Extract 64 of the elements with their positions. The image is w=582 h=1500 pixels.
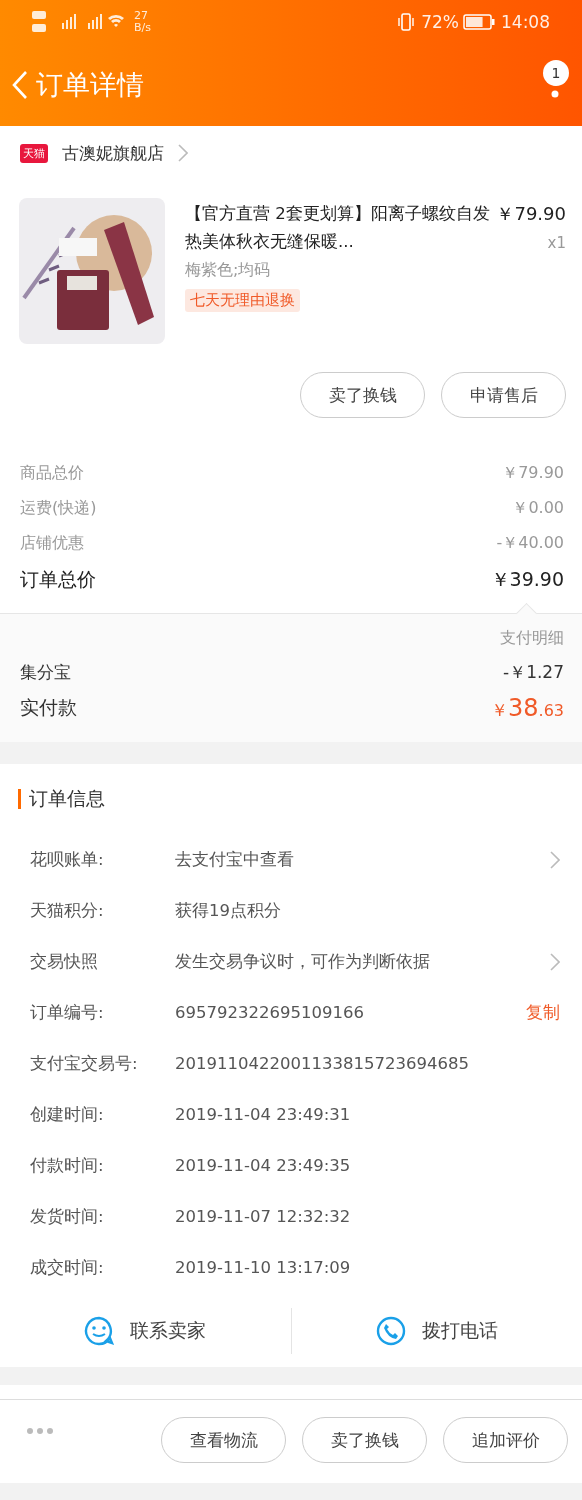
info-value: 2019-11-07 12:32:32 — [175, 1207, 352, 1226]
price-label: 运费(快递) — [20, 498, 97, 519]
action-button[interactable]: 卖了换钱 — [302, 1417, 427, 1463]
discount-value: -￥1.27 — [503, 661, 564, 684]
clock: 14:08 — [501, 12, 550, 32]
info-label: 成交时间: — [30, 1256, 105, 1279]
chevron-right-icon — [550, 952, 560, 971]
info-value[interactable]: 发生交易争议时，可作为判断依据 — [175, 950, 550, 973]
info-label: 创建时间: — [30, 1103, 105, 1126]
mall-badge: 天猫 — [20, 143, 48, 163]
paid-amount: ￥38.63 — [491, 694, 564, 722]
info-label: 支付宝交易号: — [30, 1052, 139, 1075]
info-value[interactable]: 去支付宝中查看 — [175, 848, 550, 871]
info-label: 天猫积分: — [30, 899, 105, 922]
contact-button[interactable]: 联系卖家 — [0, 1316, 291, 1346]
product-variant: 梅紫色;均码 — [185, 260, 272, 281]
notification-badge: 1 — [543, 60, 569, 86]
battery-percent: 72% — [421, 12, 459, 32]
discount-label: 集分宝 — [20, 661, 71, 684]
info-value: 2019-11-04 23:49:35 — [175, 1156, 352, 1175]
shop-row[interactable]: 天猫 古澳妮旗舰店 — [0, 126, 582, 180]
info-value: 获得19点积分 — [175, 899, 282, 922]
info-value: 2019-11-10 13:17:09 — [175, 1258, 352, 1277]
price-value: ￥0.00 — [512, 498, 564, 519]
network-speed: 27 — [134, 10, 149, 22]
quantity: x1 — [546, 234, 566, 252]
contact-button[interactable]: 拨打电话 — [291, 1316, 582, 1346]
action-button[interactable]: 查看物流 — [161, 1417, 286, 1463]
price-value: ￥39.90 — [490, 567, 564, 592]
chat-icon — [84, 1316, 115, 1346]
return-policy-tag: 七天无理由退换 — [185, 289, 300, 312]
info-value: 695792322695109166 — [175, 1003, 365, 1022]
more-button[interactable]: 1 — [538, 60, 572, 110]
action-button[interactable]: 申请售后 — [441, 372, 566, 418]
vibrate-icon — [397, 12, 416, 32]
info-label: 订单编号: — [30, 1001, 105, 1024]
chevron-right-icon — [178, 144, 188, 162]
accent-bar — [18, 789, 21, 809]
product-price: ￥79.90 — [496, 202, 566, 226]
page-title: 订单详情 — [36, 68, 145, 102]
paid-label: 实付款 — [20, 695, 77, 720]
action-button[interactable]: 卖了换钱 — [300, 372, 425, 418]
info-label: 发货时间: — [30, 1205, 105, 1228]
shop-name: 古澳妮旗舰店 — [62, 141, 164, 165]
copy-link[interactable]: 复制 — [526, 1001, 560, 1024]
more-icon — [26, 1427, 54, 1435]
battery-icon — [463, 14, 495, 30]
price-label: 店铺优惠 — [20, 533, 84, 554]
product-title[interactable]: 【官方直营 2套更划算】阳离子螺纹自发热美体秋衣无缝保暖... — [185, 198, 491, 256]
info-value: 2019-11-04 23:49:31 — [175, 1105, 352, 1124]
action-button[interactable]: 追加评价 — [443, 1417, 568, 1463]
back-icon — [12, 70, 28, 100]
info-label: 付款时间: — [30, 1154, 105, 1177]
price-value: -￥40.00 — [496, 533, 564, 554]
phone-icon — [375, 1316, 406, 1346]
info-label: 交易快照 — [30, 950, 99, 973]
chevron-right-icon — [550, 850, 560, 869]
info-value: 2019110422001133815723694685 — [175, 1054, 470, 1073]
speed-unit: B/s — [134, 22, 151, 34]
info-label: 花呗账单: — [30, 848, 105, 871]
price-value: ￥79.90 — [502, 463, 564, 484]
price-label: 订单总价 — [20, 567, 96, 592]
section-title: 订单信息 — [29, 786, 105, 811]
price-label: 商品总价 — [20, 463, 84, 484]
